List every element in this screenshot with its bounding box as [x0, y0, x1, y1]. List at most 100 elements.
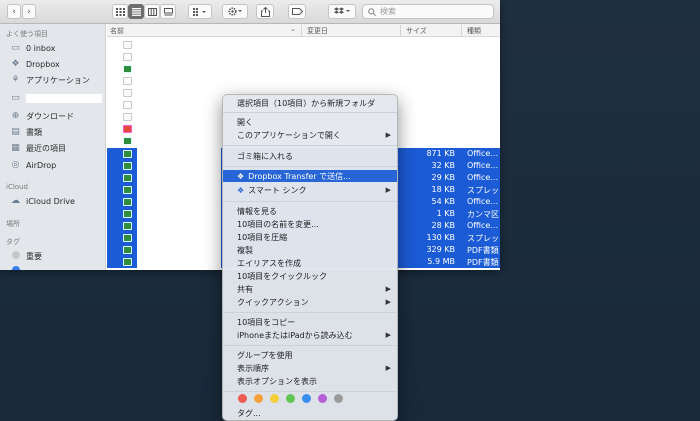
- menu-item-label: 10項目をクイックルック: [237, 271, 327, 281]
- sidebar-item-label: ダウンロード: [26, 111, 74, 121]
- sidebar-item-folder[interactable]: ▭: [10, 91, 102, 105]
- sidebar-tag-blue[interactable]: [10, 264, 102, 270]
- spreadsheet-icon: [123, 198, 132, 206]
- tag-color-orange[interactable]: [254, 394, 263, 403]
- file-kind: PDF書類: [467, 258, 499, 267]
- sidebar-item-icloud-drive[interactable]: ☁ iCloud Drive: [10, 194, 102, 208]
- menu-item-quick-look[interactable]: 10項目をクイックルック: [223, 270, 397, 282]
- columns-icon: [147, 7, 157, 16]
- sidebar-item-applications[interactable]: ⚘ アプリケーション: [10, 73, 102, 87]
- forward-button[interactable]: ›: [22, 4, 36, 19]
- menu-item-compress[interactable]: 10項目を圧縮: [223, 231, 397, 243]
- list-item[interactable]: [107, 39, 500, 51]
- sidebar-item-downloads[interactable]: ⊕ ダウンロード: [10, 109, 102, 123]
- list-item[interactable]: [107, 63, 500, 75]
- documents-icon: ▤: [11, 127, 20, 137]
- group-menu-button[interactable]: [188, 4, 212, 19]
- tag-color-purple[interactable]: [318, 394, 327, 403]
- grid-icon: [115, 7, 125, 16]
- menu-item-sort-by[interactable]: 表示順序 ▶: [223, 362, 397, 374]
- menu-item-import-from-iphone[interactable]: iPhoneまたはiPadから読み込む ▶: [223, 329, 397, 341]
- action-menu-button[interactable]: [222, 4, 248, 19]
- sidebar-item-label: 書類: [26, 127, 42, 137]
- menu-item-copy[interactable]: 10項目をコピー: [223, 316, 397, 328]
- toolbar: ‹ › 検索: [0, 0, 500, 24]
- column-name[interactable]: 名前: [110, 26, 124, 36]
- tag-color-red[interactable]: [238, 394, 247, 403]
- file-kind: Office...: [467, 149, 498, 158]
- file-kind: Office...: [467, 197, 498, 206]
- gallery-view-button[interactable]: [160, 4, 176, 19]
- tag-color-blue[interactable]: [302, 394, 311, 403]
- menu-item-label: iPhoneまたはiPadから読み込む: [237, 330, 353, 340]
- tag-color-yellow[interactable]: [270, 394, 279, 403]
- menu-item-duplicate[interactable]: 複製: [223, 244, 397, 256]
- menu-item-share[interactable]: 共有 ▶: [223, 283, 397, 295]
- tag-button[interactable]: [288, 4, 306, 19]
- gallery-icon: [163, 7, 173, 15]
- menu-item-make-alias[interactable]: エイリアスを作成: [223, 257, 397, 269]
- sort-chevron-icon[interactable]: ⌄: [290, 25, 296, 33]
- menu-separator: [223, 391, 397, 392]
- menu-item-tags[interactable]: タグ...: [223, 407, 397, 419]
- menu-item-label: 表示オプションを表示: [237, 376, 317, 386]
- file-kind: スプレッ: [467, 234, 499, 243]
- menu-item-quick-actions[interactable]: クイックアクション ▶: [223, 296, 397, 308]
- menu-item-rename[interactable]: 10項目の名前を変更...: [223, 218, 397, 230]
- forward-icon: ›: [27, 6, 31, 17]
- menu-item-new-folder-with-selection[interactable]: 選択項目（10項目）から新規フォルダ: [223, 97, 397, 109]
- sidebar-item-label: アプリケーション: [26, 75, 90, 85]
- menu-separator: [223, 145, 397, 146]
- icon-view-button[interactable]: [112, 4, 128, 19]
- submenu-arrow-icon: ▶: [385, 186, 391, 194]
- spreadsheet-icon: [123, 258, 132, 266]
- sidebar-item-inbox[interactable]: ▭ 0 inbox: [10, 41, 102, 55]
- column-size[interactable]: サイズ: [406, 26, 427, 36]
- sidebar-item-label: [26, 93, 102, 103]
- menu-item-label: このアプリケーションで開く: [237, 130, 341, 140]
- gear-icon: [227, 7, 242, 16]
- sidebar-item-label: 0 inbox: [26, 43, 56, 53]
- back-button[interactable]: ‹: [7, 4, 21, 19]
- menu-separator: [223, 201, 397, 202]
- folder-icon: ▭: [11, 43, 20, 53]
- document-icon: [123, 113, 132, 121]
- sidebar-item-documents[interactable]: ▤ 書類: [10, 125, 102, 139]
- menu-item-smart-sync[interactable]: ❖ スマート シンク ▶: [223, 184, 397, 196]
- icloud-header: iCloud: [6, 183, 28, 191]
- search-input[interactable]: 検索: [362, 4, 494, 19]
- menu-item-dropbox-transfer[interactable]: ❖ Dropbox Transfer で送信...: [223, 170, 397, 182]
- file-kind: Office...: [467, 173, 498, 182]
- submenu-arrow-icon: ▶: [385, 285, 391, 293]
- list-item[interactable]: [107, 75, 500, 87]
- sidebar-item-label: iCloud Drive: [26, 196, 75, 206]
- menu-item-get-info[interactable]: 情報を見る: [223, 205, 397, 217]
- tag-color-gray[interactable]: [334, 394, 343, 403]
- column-view-button[interactable]: [144, 4, 160, 19]
- menu-item-open[interactable]: 開く: [223, 116, 397, 128]
- menu-item-use-groups[interactable]: グループを使用: [223, 349, 397, 361]
- spreadsheet-icon: [123, 150, 132, 158]
- sidebar-item-airdrop[interactable]: ◎ AirDrop: [10, 158, 102, 172]
- menu-item-label: 情報を見る: [237, 206, 277, 216]
- sidebar-item-recents[interactable]: ▦ 最近の項目: [10, 141, 102, 155]
- menu-item-move-to-trash[interactable]: ゴミ箱に入れる: [223, 150, 397, 162]
- sidebar: よく使う項目 ▭ 0 inbox ❖ Dropbox ⚘ アプリケーション ▭ …: [0, 24, 106, 270]
- file-kind: Office...: [467, 161, 498, 170]
- list-view-button[interactable]: [128, 4, 144, 19]
- pdf-icon: [123, 125, 132, 133]
- sidebar-tag-important[interactable]: 重要: [10, 249, 102, 263]
- tag-color-green[interactable]: [286, 394, 295, 403]
- menu-separator: [223, 345, 397, 346]
- share-button[interactable]: [256, 4, 274, 19]
- dropbox-menu-button[interactable]: [328, 4, 356, 19]
- menu-item-show-view-options[interactable]: 表示オプションを表示: [223, 375, 397, 387]
- column-kind[interactable]: 種類: [467, 26, 481, 36]
- airdrop-icon: ◎: [11, 160, 20, 170]
- column-modified[interactable]: 変更日: [307, 26, 328, 36]
- sidebar-item-dropbox[interactable]: ❖ Dropbox: [10, 57, 102, 71]
- dropbox-icon: ❖: [237, 185, 245, 195]
- list-item[interactable]: [107, 51, 500, 63]
- spreadsheet-icon: [123, 222, 132, 230]
- menu-item-open-with[interactable]: このアプリケーションで開く ▶: [223, 129, 397, 141]
